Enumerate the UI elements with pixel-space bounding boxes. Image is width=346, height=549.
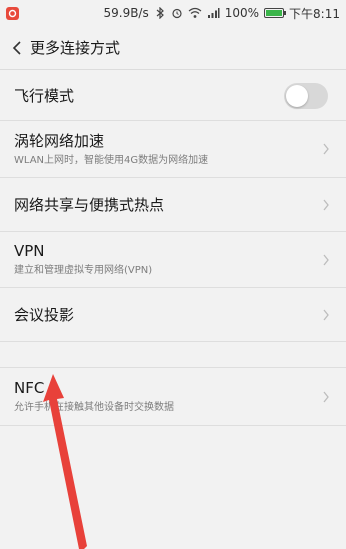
network-speed: 59.9B/s — [103, 6, 149, 20]
battery-percent: 100% — [224, 6, 260, 20]
setting-title: 涡轮网络加速 — [14, 131, 105, 150]
chevron-right-icon — [323, 309, 329, 320]
setting-vpn[interactable]: VPN 建立和管理虚拟专用网络(VPN) — [0, 232, 346, 288]
header: 更多连接方式 — [0, 26, 346, 70]
setting-title: VPN — [14, 242, 45, 260]
setting-subtitle: 允许手机在接触其他设备时交换数据 — [14, 402, 174, 413]
setting-hotspot[interactable]: 网络共享与便携式热点 — [0, 178, 346, 232]
status-left — [6, 6, 19, 20]
setting-subtitle: 建立和管理虚拟专用网络(VPN) — [14, 265, 153, 276]
chevron-right-icon — [323, 143, 329, 155]
setting-title: NFC — [14, 379, 45, 397]
setting-title: 网络共享与便携式热点 — [14, 195, 165, 214]
alarm-icon — [171, 7, 183, 19]
back-icon[interactable] — [10, 40, 26, 56]
setting-turbo-network[interactable]: 涡轮网络加速 WLAN上网时，智能使用4G数据为网络加速 — [0, 121, 346, 178]
setting-airplane-mode[interactable]: 飞行模式 — [0, 71, 346, 121]
setting-projection[interactable]: 会议投影 — [0, 288, 346, 342]
status-right: 59.9B/s 100% 下午8:11 — [103, 5, 340, 22]
chevron-right-icon — [323, 254, 329, 265]
page-title: 更多连接方式 — [30, 39, 121, 57]
signal-icon — [207, 7, 220, 19]
setting-subtitle: WLAN上网时，智能使用4G数据为网络加速 — [14, 154, 209, 166]
clock: 下午8:11 — [289, 6, 340, 21]
toggle-knob — [286, 84, 308, 107]
airplane-mode-toggle[interactable] — [284, 82, 328, 109]
status-bar: 59.9B/s 100% 下午8:11 — [0, 0, 346, 26]
settings-list: 飞行模式 涡轮网络加速 WLAN上网时，智能使用4G数据为网络加速 网络共享与便… — [0, 71, 346, 426]
app-notification-icon — [6, 6, 19, 20]
chevron-right-icon — [323, 391, 329, 402]
wifi-icon — [188, 7, 202, 19]
section-divider — [0, 342, 346, 368]
setting-nfc[interactable]: NFC 允许手机在接触其他设备时交换数据 — [0, 368, 346, 426]
setting-title: 会议投影 — [14, 305, 75, 324]
battery-icon — [264, 8, 287, 18]
chevron-right-icon — [323, 199, 329, 210]
battery-level — [266, 10, 283, 16]
bluetooth-icon — [154, 7, 166, 19]
